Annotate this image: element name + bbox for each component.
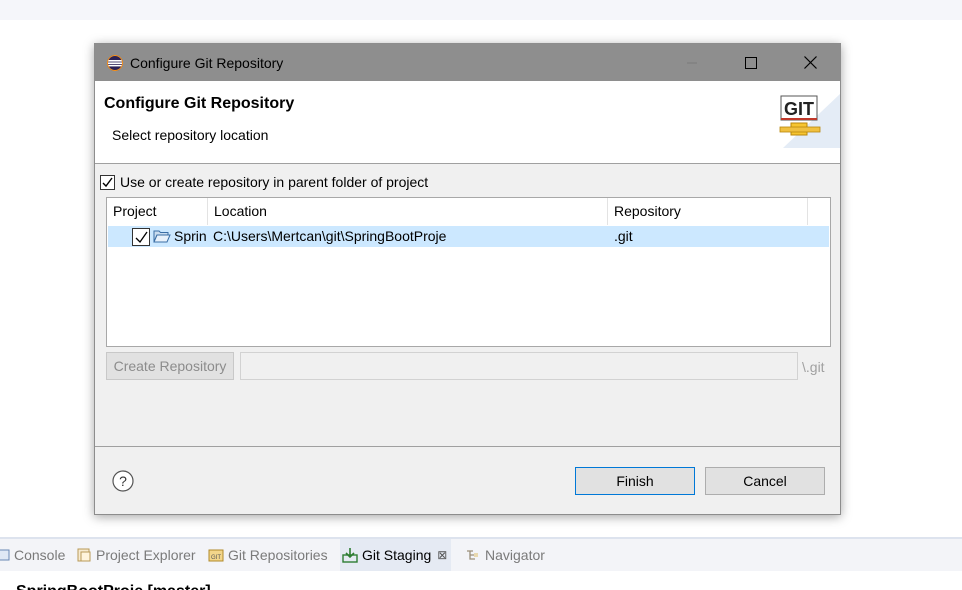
navigator-icon <box>467 550 478 560</box>
console-icon <box>0 549 10 561</box>
footer-divider <box>95 446 840 447</box>
help-icon[interactable]: ? <box>112 470 134 492</box>
configure-git-repository-dialog: Configure Git Repository Configure Git R… <box>94 43 841 515</box>
close-tab-icon[interactable]: ⊠ <box>437 548 447 562</box>
column-header-location[interactable]: Location <box>208 198 608 225</box>
folder-open-icon <box>153 230 171 243</box>
git-repositories-icon: GIT <box>208 549 224 562</box>
dialog-header: Configure Git Repository Select reposito… <box>95 81 840 164</box>
tab-navigator[interactable]: Navigator <box>465 539 545 571</box>
minimize-button[interactable] <box>663 44 721 81</box>
close-button[interactable] <box>781 44 839 81</box>
repository-path-input[interactable] <box>240 352 798 380</box>
git-logo-icon: GIT <box>779 94 840 148</box>
tab-project-explorer[interactable]: Project Explorer <box>76 539 196 571</box>
tab-git-staging[interactable]: Git Staging ⊠ <box>340 539 452 571</box>
cell-location: C:\Users\Mertcan\git\SpringBootProje <box>213 228 447 244</box>
column-header-project[interactable]: Project <box>107 198 208 225</box>
row-checkbox[interactable] <box>132 228 150 246</box>
git-staging-icon <box>342 548 358 563</box>
use-parent-folder-checkbox[interactable] <box>100 174 115 190</box>
git-suffix-label: \.git <box>802 359 825 375</box>
tab-label: Git Staging <box>362 547 432 563</box>
table-header: Project Location Repository <box>107 198 830 225</box>
maximize-button[interactable] <box>722 44 780 81</box>
project-repository-table: Project Location Repository Sprin C:\Use… <box>106 197 831 347</box>
eclipse-icon <box>107 55 123 71</box>
view-tab-bar: Console Project Explorer GIT Git Reposit… <box>0 537 962 571</box>
svg-text:?: ? <box>119 473 127 489</box>
project-explorer-icon <box>77 548 91 562</box>
background-top-strip <box>0 0 962 20</box>
tab-label: Project Explorer <box>96 547 196 563</box>
tab-label: Console <box>14 547 66 563</box>
tab-git-repositories[interactable]: GIT Git Repositories <box>208 539 328 571</box>
column-header-repository[interactable]: Repository <box>608 198 808 225</box>
finish-button[interactable]: Finish <box>575 467 695 495</box>
page-title: Configure Git Repository <box>104 95 295 112</box>
cancel-button[interactable]: Cancel <box>705 467 825 495</box>
staging-view-title: SpringBootProje [master] <box>16 582 211 590</box>
tab-label: Git Repositories <box>228 547 328 563</box>
cell-repository: .git <box>614 228 633 244</box>
maximize-icon <box>745 56 757 69</box>
cell-project: Sprin <box>174 228 207 244</box>
page-subtitle: Select repository location <box>112 127 269 143</box>
dialog-titlebar: Configure Git Repository <box>95 44 840 81</box>
use-parent-folder-label: Use or create repository in parent folde… <box>120 174 429 190</box>
checkmark-icon <box>102 177 113 187</box>
table-row[interactable]: Sprin C:\Users\Mertcan\git\SpringBootPro… <box>108 226 829 247</box>
svg-text:GIT: GIT <box>211 555 221 561</box>
git-logo-text: GIT <box>784 99 814 119</box>
checkmark-icon <box>135 231 148 243</box>
window-title: Configure Git Repository <box>130 55 284 71</box>
minimize-icon <box>687 62 697 63</box>
close-icon <box>803 56 817 69</box>
create-repository-button[interactable]: Create Repository <box>106 352 234 380</box>
tab-label: Navigator <box>485 547 545 563</box>
use-parent-folder-checkbox-row[interactable]: Use or create repository in parent folde… <box>100 173 428 191</box>
tab-console[interactable]: Console <box>0 539 65 571</box>
